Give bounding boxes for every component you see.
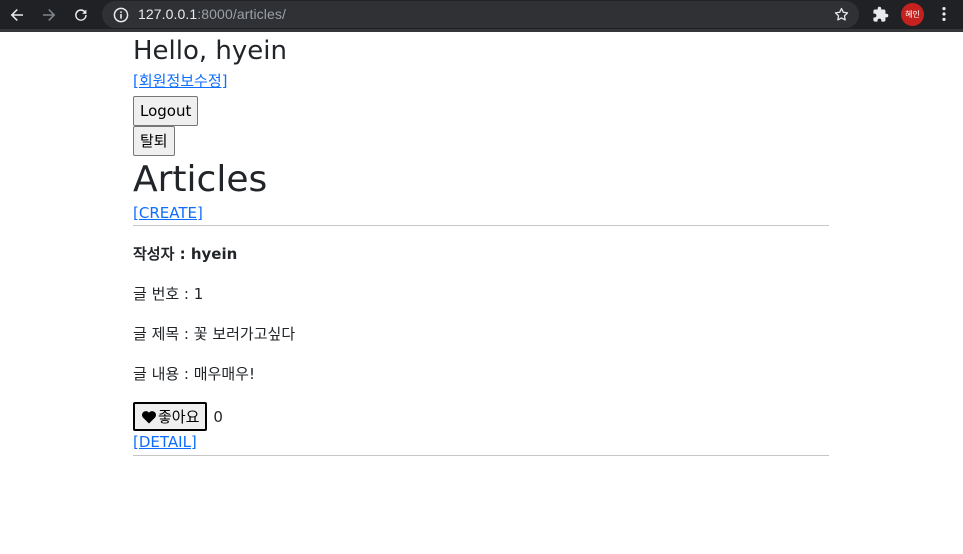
article-detail-link[interactable]: [DETAIL] [133, 431, 829, 455]
arrow-left-icon [10, 8, 23, 21]
forward-button[interactable] [35, 0, 63, 29]
star-icon[interactable] [833, 6, 850, 23]
article-number: 글 번호 : 1 [133, 285, 204, 303]
create-article-link[interactable]: [CREATE] [133, 203, 829, 225]
address-bar[interactable]: 127.0.0.1:8000/articles/ [102, 1, 859, 28]
divider [133, 225, 829, 226]
puzzle-icon[interactable] [872, 6, 889, 23]
back-button[interactable] [3, 0, 31, 29]
divider [133, 455, 829, 456]
page-container: Hello, hyein [회원정보수정] Logout 탈퇴 Articles… [133, 35, 829, 456]
like-button[interactable]: 좋아요 [133, 402, 208, 431]
article-author: 작성자 : hyein [133, 245, 238, 263]
logout-button[interactable]: Logout [133, 96, 199, 126]
withdraw-button[interactable]: 탈퇴 [133, 126, 175, 156]
profile-avatar[interactable]: 혜인 [901, 3, 924, 26]
like-button-label: 좋아요 [158, 408, 200, 426]
arrow-right-icon [43, 8, 56, 21]
profile-avatar-label: 혜인 [905, 10, 920, 19]
page-title: Articles [133, 159, 268, 200]
url-host: 127.0.0.1 [138, 6, 198, 22]
reload-button[interactable] [67, 0, 95, 29]
kebab-menu-icon[interactable] [936, 6, 952, 22]
url-text[interactable]: 127.0.0.1:8000/articles/ [138, 6, 286, 23]
url-path: :8000/articles/ [197, 6, 286, 22]
browser-toolbar: 127.0.0.1:8000/articles/ 혜인 [0, 0, 963, 32]
article-content: 글 내용 : 매우매우! [133, 365, 255, 383]
article-item: 작성자 : hyein 글 번호 : 1 글 제목 : 꽃 보러가고싶다 글 내… [133, 244, 829, 456]
info-icon[interactable] [113, 7, 129, 23]
like-row: 좋아요 0 [133, 402, 829, 431]
greeting-heading: Hello, hyein [133, 36, 287, 66]
heart-icon [141, 410, 157, 423]
article-title: 글 제목 : 꽃 보러가고싶다 [133, 325, 296, 343]
reload-icon [75, 8, 87, 21]
like-count: 0 [213, 407, 223, 426]
edit-profile-link[interactable]: [회원정보수정] [133, 67, 829, 93]
